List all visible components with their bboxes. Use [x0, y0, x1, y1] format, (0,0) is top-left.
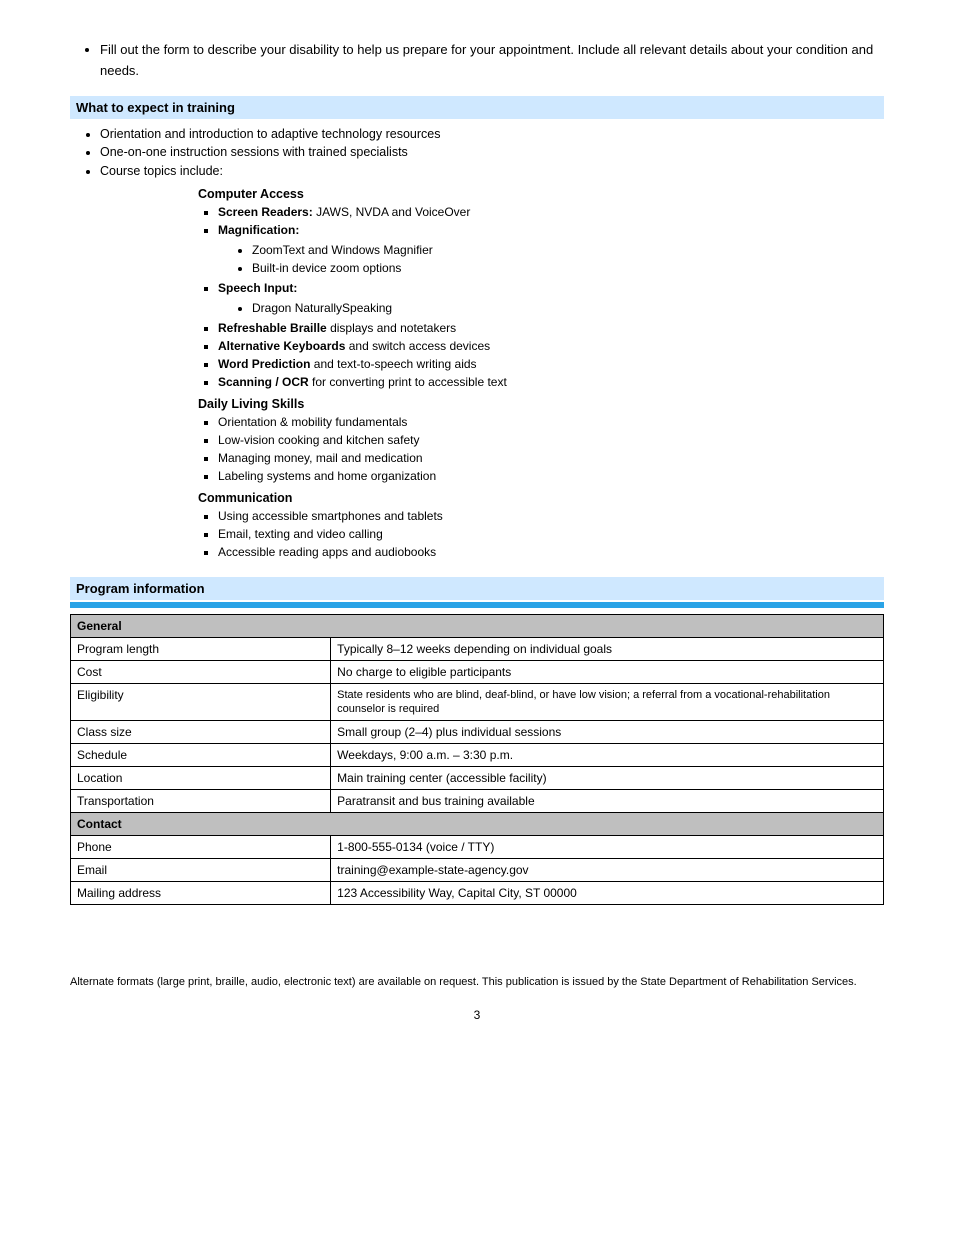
course-subhead-2: Daily Living Skills — [198, 397, 884, 411]
table-row: Cost No charge to eligible participants — [71, 660, 884, 683]
course-item: Low-vision cooking and kitchen safety — [218, 431, 884, 449]
table-key: Cost — [71, 660, 331, 683]
course-item: Using accessible smartphones and tablets — [218, 507, 884, 525]
course-item: Accessible reading apps and audiobooks — [218, 543, 884, 561]
course-list-3: Using accessible smartphones and tablets… — [200, 507, 884, 561]
table-val: Small group (2–4) plus individual sessio… — [331, 721, 884, 744]
course-item-label: Magnification: — [218, 223, 299, 237]
course-item-label: Screen Readers: — [218, 205, 313, 219]
course-item: Email, texting and video calling — [218, 525, 884, 543]
intro-bullet-list: Fill out the form to describe your disab… — [70, 40, 884, 82]
course-subitem: Dragon NaturallySpeaking — [252, 299, 884, 317]
course-item-label: Scanning / OCR — [218, 375, 309, 389]
course-item: Magnification: ZoomText and Windows Magn… — [218, 221, 884, 277]
course-item: Scanning / OCR for converting print to a… — [218, 373, 884, 391]
table-row: Mailing address 123 Accessibility Way, C… — [71, 882, 884, 905]
course-subhead-3: Communication — [198, 491, 884, 505]
table-val: Paratransit and bus training available — [331, 790, 884, 813]
course-item: Screen Readers: JAWS, NVDA and VoiceOver — [218, 203, 884, 221]
course-item: Managing money, mail and medication — [218, 449, 884, 467]
program-info-table: General Program length Typically 8–12 we… — [70, 614, 884, 906]
section-bar-training-title: What to expect in training — [76, 100, 235, 115]
table-key: Phone — [71, 836, 331, 859]
course-item: Labeling systems and home organization — [218, 467, 884, 485]
table-val: Main training center (accessible facilit… — [331, 767, 884, 790]
table-val: Weekdays, 9:00 a.m. – 3:30 p.m. — [331, 744, 884, 767]
course-subitem: ZoomText and Windows Magnifier — [252, 241, 884, 259]
course-item-label: Refreshable Braille — [218, 321, 327, 335]
course-item-label: Speech Input: — [218, 281, 297, 295]
training-overview-item-1: One-on-one instruction sessions with tra… — [100, 143, 884, 162]
table-row: Program length Typically 8–12 weeks depe… — [71, 637, 884, 660]
course-item-desc: displays and notetakers — [330, 321, 456, 335]
section-divider-strip — [70, 602, 884, 608]
section-bar-program-info: Program information — [70, 577, 884, 600]
course-item-label: Word Prediction — [218, 357, 310, 371]
intro-bullet: Fill out the form to describe your disab… — [100, 40, 884, 82]
section-bar-training: What to expect in training — [70, 96, 884, 119]
table-group-header: Contact — [71, 813, 884, 836]
table-row: Location Main training center (accessibl… — [71, 767, 884, 790]
table-row: Eligibility State residents who are blin… — [71, 683, 884, 721]
course-item: Refreshable Braille displays and notetak… — [218, 319, 884, 337]
table-row: Email training@example-state-agency.gov — [71, 859, 884, 882]
table-val: No charge to eligible participants — [331, 660, 884, 683]
table-row: Class size Small group (2–4) plus indivi… — [71, 721, 884, 744]
training-overview-item-2: Course topics include: — [100, 162, 884, 181]
table-key: Mailing address — [71, 882, 331, 905]
table-key: Location — [71, 767, 331, 790]
intro-bullet-text: Fill out the form to describe your disab… — [100, 42, 873, 78]
course-item: Orientation & mobility fundamentals — [218, 413, 884, 431]
course-item-desc: JAWS, NVDA and VoiceOver — [316, 205, 470, 219]
training-overview-list: Orientation and introduction to adaptive… — [70, 125, 884, 181]
course-item-desc: and switch access devices — [349, 339, 490, 353]
course-item: Speech Input: Dragon NaturallySpeaking — [218, 279, 884, 317]
training-overview-item-0: Orientation and introduction to adaptive… — [100, 125, 884, 144]
course-list-2: Orientation & mobility fundamentals Low-… — [200, 413, 884, 485]
course-subitem: Built-in device zoom options — [252, 259, 884, 277]
table-row: Transportation Paratransit and bus train… — [71, 790, 884, 813]
table-val: Typically 8–12 weeks depending on indivi… — [331, 637, 884, 660]
table-key: Email — [71, 859, 331, 882]
table-val: training@example-state-agency.gov — [331, 859, 884, 882]
table-key: Program length — [71, 637, 331, 660]
section-bar-program-info-title: Program information — [76, 581, 205, 596]
table-row: Phone 1-800-555-0134 (voice / TTY) — [71, 836, 884, 859]
course-topics-block: Computer Access Screen Readers: JAWS, NV… — [200, 187, 884, 561]
page-number: 3 — [70, 1008, 884, 1022]
footer-note: Alternate formats (large print, braille,… — [70, 975, 884, 989]
course-item: Word Prediction and text-to-speech writi… — [218, 355, 884, 373]
table-key: Eligibility — [71, 683, 331, 721]
table-group-header: General — [71, 614, 884, 637]
course-item-desc: and text-to-speech writing aids — [314, 357, 477, 371]
table-val: State residents who are blind, deaf-blin… — [331, 683, 884, 721]
course-item: Alternative Keyboards and switch access … — [218, 337, 884, 355]
table-key: Class size — [71, 721, 331, 744]
table-key: Schedule — [71, 744, 331, 767]
course-sublist: Dragon NaturallySpeaking — [218, 299, 884, 317]
table-val: 1-800-555-0134 (voice / TTY) — [331, 836, 884, 859]
course-item-desc: for converting print to accessible text — [312, 375, 507, 389]
table-val: 123 Accessibility Way, Capital City, ST … — [331, 882, 884, 905]
course-list-1: Screen Readers: JAWS, NVDA and VoiceOver… — [200, 203, 884, 391]
table-row: Schedule Weekdays, 9:00 a.m. – 3:30 p.m. — [71, 744, 884, 767]
table-key: Transportation — [71, 790, 331, 813]
course-sublist: ZoomText and Windows Magnifier Built-in … — [218, 241, 884, 277]
course-subhead-1: Computer Access — [198, 187, 884, 201]
course-item-label: Alternative Keyboards — [218, 339, 345, 353]
